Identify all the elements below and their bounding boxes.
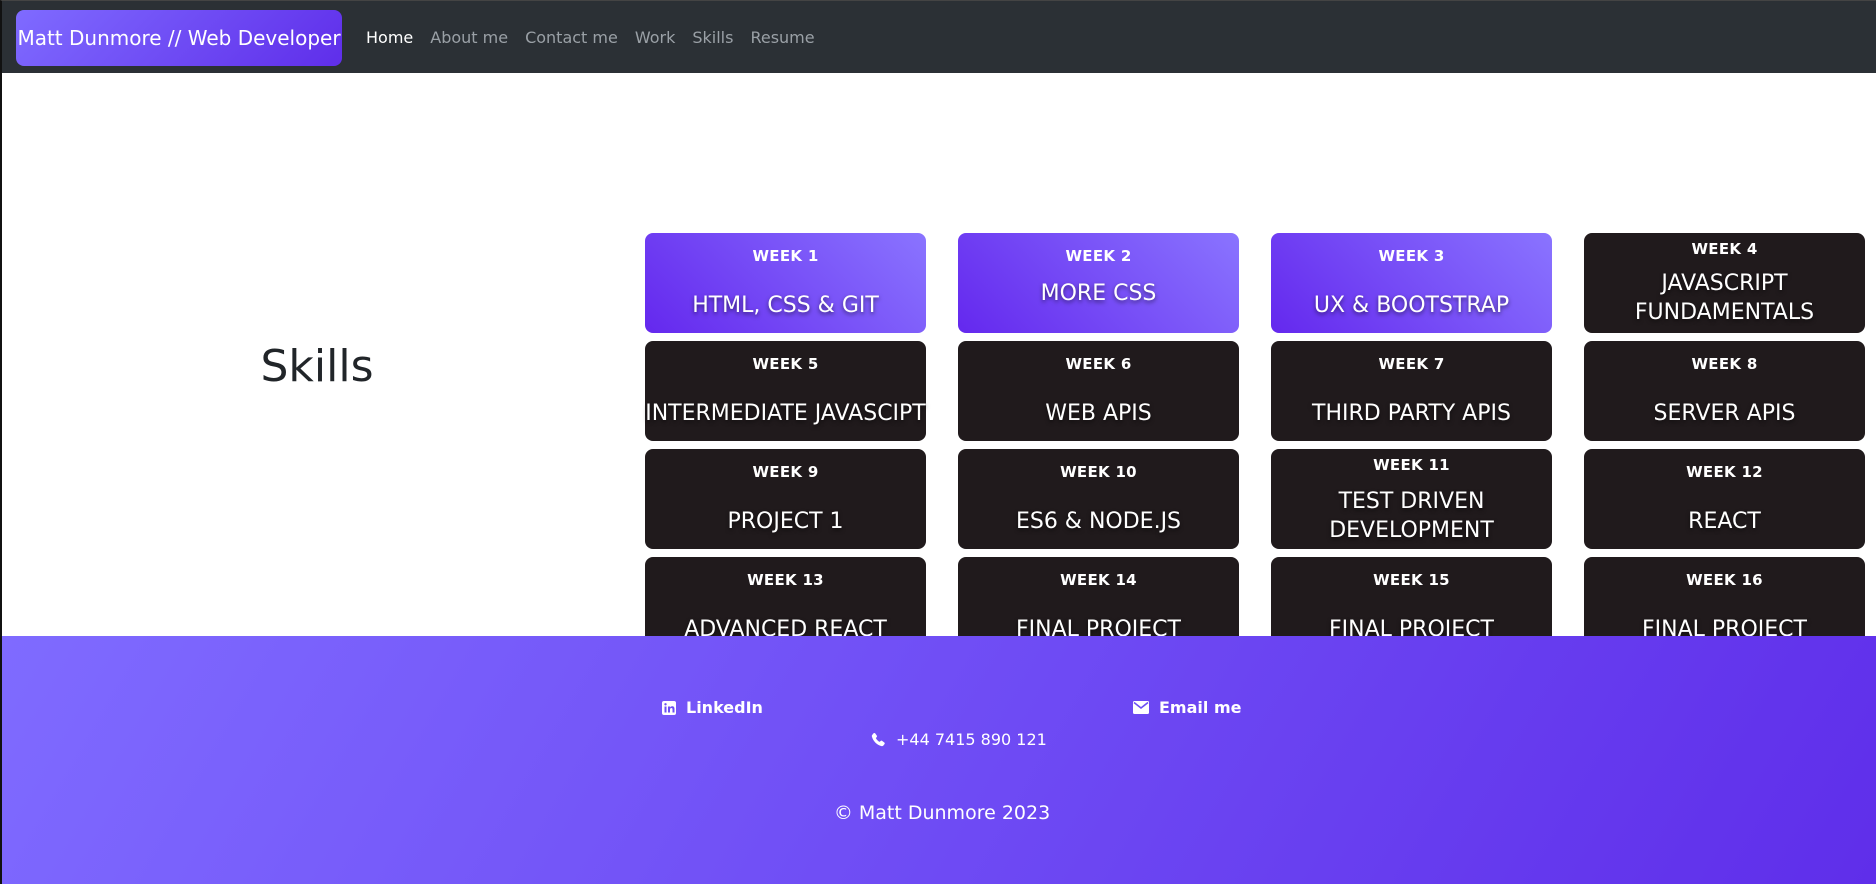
card-title: TEST DRIVEN DEVELOPMENT	[1329, 489, 1494, 543]
nav-link-home[interactable]: Home	[366, 28, 413, 47]
nav-link-about[interactable]: About me	[430, 28, 508, 47]
card-week-label: WEEK 16	[1686, 571, 1763, 589]
card-week-label: WEEK 10	[1060, 463, 1137, 481]
footer: LinkedIn Email me +44 7415 890 121 © Mat…	[0, 636, 1876, 884]
card-week-label: WEEK 7	[1378, 355, 1445, 373]
skill-card[interactable]: WEEK 3 UX & BOOTSTRAP	[1271, 233, 1552, 333]
card-week-label: WEEK 4	[1691, 240, 1758, 258]
copyright: © Matt Dunmore 2023	[833, 802, 1051, 824]
email-label: Email me	[1159, 698, 1242, 717]
skill-card[interactable]: WEEK 4 JAVASCRIPT FUNDAMENTALS	[1584, 233, 1865, 333]
card-title: INTERMEDIATE JAVASCIPT	[645, 401, 926, 426]
envelope-icon	[1133, 701, 1149, 714]
skill-card[interactable]: WEEK 2 MORE CSS	[958, 233, 1239, 333]
skill-card[interactable]: WEEK 12 REACT	[1584, 449, 1865, 549]
card-title: HTML, CSS & GIT	[692, 293, 879, 318]
skill-card[interactable]: WEEK 5 INTERMEDIATE JAVASCIPT	[645, 341, 926, 441]
card-title: JAVASCRIPT FUNDAMENTALS	[1634, 271, 1815, 325]
nav-link-resume[interactable]: Resume	[750, 28, 814, 47]
phone-number: +44 7415 890 121	[870, 730, 1047, 749]
linkedin-icon	[662, 700, 676, 715]
card-title: SERVER APIS	[1653, 401, 1796, 426]
card-week-label: WEEK 12	[1686, 463, 1763, 481]
linkedin-label: LinkedIn	[686, 698, 763, 717]
card-week-label: WEEK 8	[1691, 355, 1758, 373]
card-title: ES6 & NODE.JS	[1015, 509, 1182, 534]
card-week-label: WEEK 5	[752, 355, 819, 373]
page-title: Skills	[260, 341, 374, 392]
skill-card[interactable]: WEEK 11 TEST DRIVEN DEVELOPMENT	[1271, 449, 1552, 549]
card-week-label: WEEK 2	[1065, 247, 1132, 265]
card-week-label: WEEK 1	[752, 247, 819, 265]
card-week-label: WEEK 3	[1378, 247, 1445, 265]
phone-label: +44 7415 890 121	[896, 730, 1047, 749]
card-week-label: WEEK 15	[1373, 571, 1450, 589]
card-week-label: WEEK 6	[1065, 355, 1132, 373]
card-week-label: WEEK 9	[752, 463, 819, 481]
card-title: PROJECT 1	[727, 509, 844, 534]
card-title: REACT	[1688, 509, 1761, 534]
skill-card[interactable]: WEEK 8 SERVER APIS	[1584, 341, 1865, 441]
email-link[interactable]: Email me	[1133, 698, 1241, 717]
nav-link-skills[interactable]: Skills	[692, 28, 733, 47]
navbar: Matt Dunmore // Web Developer Home About…	[0, 0, 1876, 73]
card-title: UX & BOOTSTRAP	[1313, 293, 1510, 318]
brand-link[interactable]: Matt Dunmore // Web Developer	[16, 10, 342, 66]
nav-links: Home About me Contact me Work Skills Res…	[366, 1, 832, 74]
linkedin-link[interactable]: LinkedIn	[662, 698, 763, 717]
card-week-label: WEEK 14	[1060, 571, 1137, 589]
nav-link-contact[interactable]: Contact me	[525, 28, 618, 47]
card-week-label: WEEK 13	[747, 571, 824, 589]
skill-card[interactable]: WEEK 1 HTML, CSS & GIT	[645, 233, 926, 333]
card-title: WEB APIS	[1045, 401, 1152, 426]
card-week-label: WEEK 11	[1373, 456, 1450, 474]
main-section: Skills WEEK 1 HTML, CSS & GIT WEEK 2 MORE C…	[0, 73, 1876, 657]
phone-icon	[871, 732, 885, 746]
skill-card[interactable]: WEEK 9 PROJECT 1	[645, 449, 926, 549]
skill-card[interactable]: WEEK 7 THIRD PARTY APIS	[1271, 341, 1552, 441]
skill-card[interactable]: WEEK 6 WEB APIS	[958, 341, 1239, 441]
skill-card[interactable]: WEEK 10 ES6 & NODE.JS	[958, 449, 1239, 549]
card-title: THIRD PARTY APIS	[1312, 401, 1511, 426]
nav-link-work[interactable]: Work	[635, 28, 676, 47]
card-title: MORE CSS	[1040, 281, 1157, 306]
